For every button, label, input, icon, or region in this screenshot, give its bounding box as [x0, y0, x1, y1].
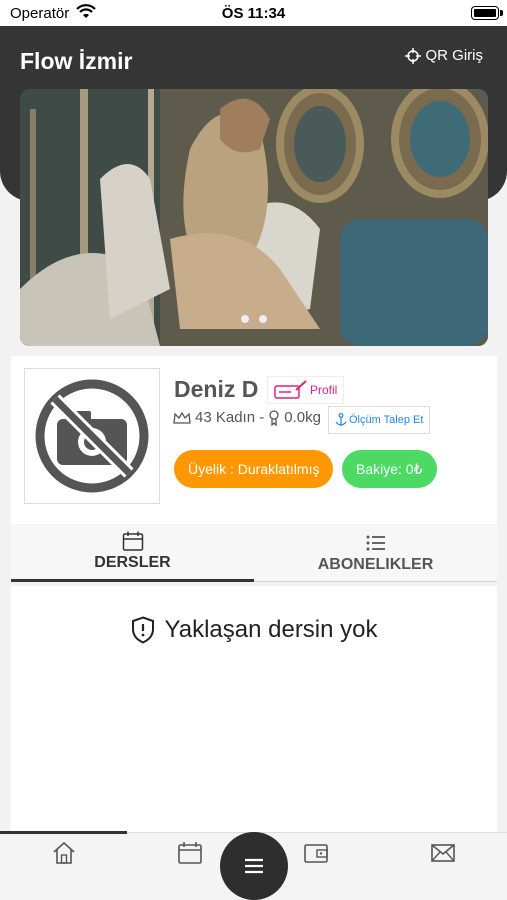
banner-carousel[interactable]: [20, 89, 488, 346]
carousel-dot[interactable]: [240, 315, 249, 323]
membership-status-badge[interactable]: Üyelik : Duraklatılmış: [174, 450, 334, 488]
calendar-icon: [178, 842, 202, 864]
measurement-request-button[interactable]: Ölçüm Talep Et: [328, 406, 431, 434]
member-info: 43 Kadın - 0.0kg: [173, 409, 321, 426]
calendar-icon: [122, 531, 143, 551]
battery-icon: [471, 6, 503, 20]
clock: ÖS 11:34: [221, 5, 286, 22]
qr-login-button[interactable]: QR Giriş: [404, 47, 484, 64]
home-icon: [53, 841, 75, 864]
menu-icon: [245, 858, 263, 874]
list-icon: [366, 535, 385, 550]
tab-subscriptions[interactable]: ABONELIKLER: [254, 524, 497, 582]
weight-icon: [269, 409, 279, 426]
measurement-request-label: Ölçüm Talep Et: [349, 414, 424, 426]
nav-home[interactable]: [51, 841, 77, 865]
lessons-panel: Yaklaşan dersin yok: [11, 586, 497, 832]
wallet-icon: [304, 844, 328, 863]
empty-state-message: Yaklaşan dersin yok: [164, 616, 378, 643]
app-title: Flow İzmir: [20, 48, 133, 74]
qr-login-label: QR Giriş: [425, 47, 484, 64]
empty-state: Yaklaşan dersin yok: [11, 616, 497, 644]
active-nav-indicator: [0, 831, 127, 834]
nav-messages[interactable]: [430, 841, 456, 865]
balance-badge[interactable]: Bakiye: 0₺: [342, 450, 437, 488]
tab-subscriptions-label: ABONELIKLER: [317, 555, 434, 573]
profile-card: Deniz D Profil 43 Kadın - 0.0kg Ölçüm Ta…: [11, 356, 497, 524]
edit-profile-icon: [274, 380, 307, 399]
member-name: Deniz D: [174, 376, 259, 402]
nav-wallet[interactable]: [303, 841, 329, 865]
menu-button[interactable]: [220, 832, 288, 900]
crosshair-icon: [404, 47, 421, 64]
weight-value: 0.0kg: [284, 409, 321, 426]
crown-icon: [173, 411, 191, 424]
shield-alert-icon: [131, 616, 154, 644]
tab-bar: DERSLER ABONELIKLER: [11, 524, 497, 582]
nav-calendar[interactable]: [177, 841, 203, 865]
status-bar: Operatör ÖS 11:34: [0, 0, 507, 26]
anchor-icon: [335, 413, 347, 426]
tab-lessons[interactable]: DERSLER: [11, 524, 254, 582]
age-gender: 43 Kadın -: [195, 409, 265, 426]
profile-button[interactable]: Profil: [267, 376, 345, 404]
profile-button-label: Profil: [310, 383, 338, 397]
banner-image: [20, 89, 488, 346]
carousel-dots: [0, 315, 507, 323]
carousel-dot[interactable]: [258, 315, 267, 323]
tab-lessons-label: DERSLER: [94, 554, 171, 571]
envelope-icon: [431, 844, 455, 862]
avatar[interactable]: [24, 368, 160, 504]
no-photo-icon: [35, 379, 149, 493]
